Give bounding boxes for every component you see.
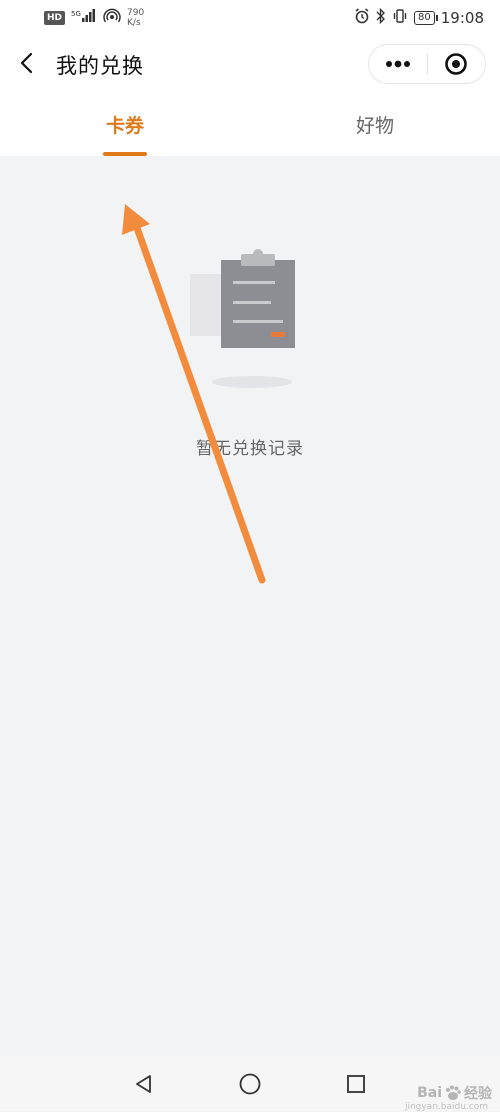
nav-bar: 我的兑换 bbox=[0, 36, 500, 92]
system-home-button[interactable] bbox=[236, 1070, 264, 1098]
empty-state: 暂无兑换记录 bbox=[0, 156, 500, 1056]
system-recents-button[interactable] bbox=[342, 1070, 370, 1098]
mini-program-capsule bbox=[368, 44, 486, 84]
more-dots-icon bbox=[385, 60, 410, 68]
net-speed: 790 K/s bbox=[127, 8, 144, 28]
tab-goods[interactable]: 好物 bbox=[250, 92, 500, 156]
close-mini-program-button[interactable] bbox=[428, 45, 486, 83]
status-bar: HD 5G 790 K/s 80 19:08 bbox=[0, 0, 500, 36]
net-speed-unit: K/s bbox=[127, 18, 141, 28]
alarm-icon bbox=[354, 8, 370, 28]
tab-bar: 卡券 好物 bbox=[0, 92, 500, 156]
watermark-brand: Bai bbox=[417, 1085, 442, 1101]
net-speed-value: 790 bbox=[127, 8, 145, 18]
network-type: 5G bbox=[71, 10, 81, 18]
system-back-button[interactable] bbox=[130, 1070, 158, 1098]
triangle-back-icon bbox=[136, 1075, 151, 1093]
more-button[interactable] bbox=[369, 45, 427, 83]
system-nav-bar: Bai 经验 jingyan.baidu.com bbox=[0, 1056, 500, 1112]
tab-coupons-label: 卡券 bbox=[105, 114, 144, 137]
tab-coupons[interactable]: 卡券 bbox=[0, 92, 250, 156]
tab-goods-label: 好物 bbox=[355, 114, 394, 137]
chevron-left-icon bbox=[20, 52, 33, 74]
battery-icon: 80 bbox=[414, 11, 438, 25]
signal-icon: 5G bbox=[71, 9, 97, 27]
back-button[interactable] bbox=[12, 48, 42, 78]
hd-badge: HD bbox=[44, 11, 66, 25]
bluetooth-icon bbox=[376, 7, 386, 28]
hotspot-icon bbox=[103, 8, 121, 28]
paw-icon bbox=[446, 1085, 461, 1100]
baidu-watermark: Bai 经验 jingyan.baidu.com bbox=[405, 1083, 492, 1112]
vibrate-icon bbox=[392, 8, 408, 28]
watermark-suffix: 经验 bbox=[464, 1086, 492, 1102]
clock-time: 19:08 bbox=[440, 9, 484, 27]
page-title: 我的兑换 bbox=[56, 54, 144, 78]
square-recents-icon bbox=[347, 1075, 365, 1093]
clipboard-icon bbox=[190, 249, 295, 388]
empty-message: 暂无兑换记录 bbox=[196, 439, 304, 459]
circle-home-icon bbox=[239, 1073, 261, 1095]
target-circle-icon bbox=[445, 53, 468, 75]
